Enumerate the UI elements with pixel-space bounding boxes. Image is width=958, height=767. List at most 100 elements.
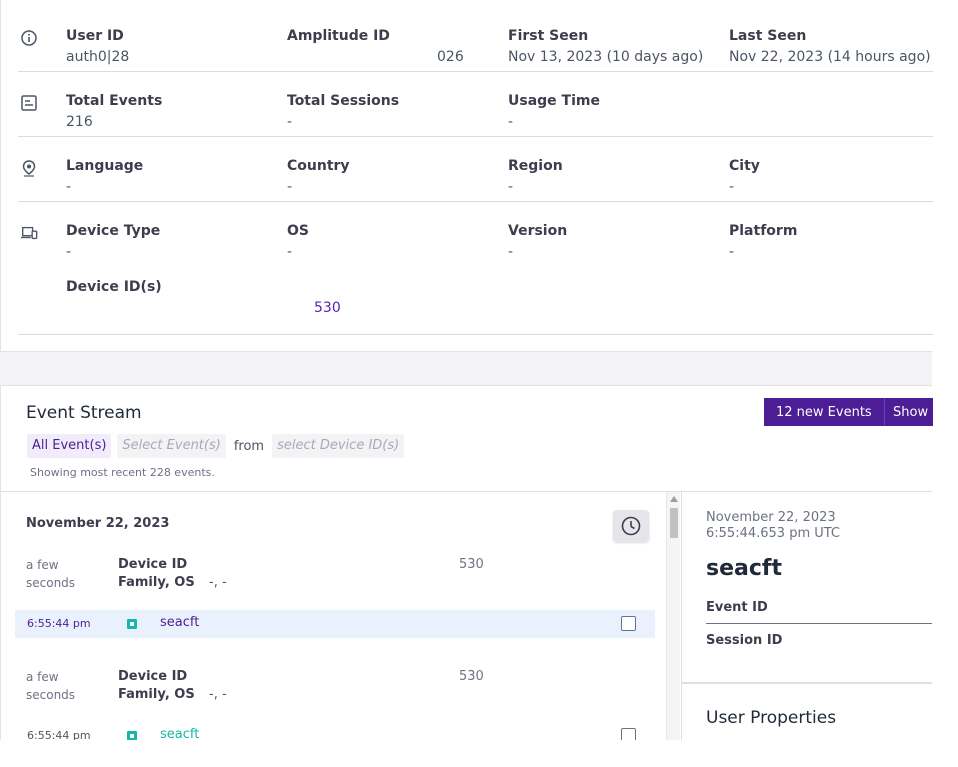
os-field: OS - [287, 222, 502, 262]
location-row: Language - Country - Region - City - [18, 137, 933, 202]
device-type-field: Device Type - [66, 222, 281, 262]
user-id-label: User ID [66, 28, 124, 44]
device-type-label: Device Type [66, 223, 161, 239]
event-name[interactable]: seacft [160, 615, 199, 630]
from-text: from [233, 438, 265, 454]
first-seen-value: Nov 13, 2023 (10 days ago) [508, 49, 704, 65]
platform-field: Platform - [729, 222, 944, 262]
platform-value: - [729, 244, 735, 260]
os-label: OS [287, 223, 309, 239]
time-toggle-button[interactable] [613, 510, 649, 542]
scroll-up-arrow-icon[interactable] [670, 496, 678, 502]
language-value: - [66, 179, 72, 195]
device-ids-row: Device ID(s) 530 [18, 265, 933, 335]
event-row[interactable]: 6:55:44 pm seacft [15, 722, 655, 740]
total-events-field: Total Events 216 [66, 92, 281, 132]
user-id-field: User ID auth0|28 [66, 27, 281, 67]
detail-section-separator [682, 682, 932, 684]
section-gap [0, 352, 932, 385]
device-row: Device Type - OS - Version - Platform - [18, 202, 933, 267]
platform-label: Platform [729, 223, 798, 239]
detail-date: November 22, 2023 [706, 510, 836, 525]
family-os-value: -, - [209, 687, 227, 702]
event-time: 6:55:44 pm [27, 729, 91, 740]
country-field: Country - [287, 157, 502, 197]
select-events-filter[interactable]: Select Event(s) [117, 434, 226, 458]
family-os-label: Family, OS [118, 575, 195, 590]
identity-row: User ID auth0|28 Amplitude ID 026 First … [18, 7, 933, 72]
usage-time-value: - [508, 114, 514, 130]
session-block: a few seconds Device ID Family, OS -, - … [1, 556, 661, 600]
city-field: City - [729, 157, 944, 197]
region-field: Region - [508, 157, 723, 197]
show-new-events-button[interactable]: Show [885, 405, 928, 420]
region-value: - [508, 179, 514, 195]
total-sessions-label: Total Sessions [287, 93, 400, 109]
session-labels: Device ID Family, OS [118, 668, 195, 704]
device-id-link-text: 530 [314, 300, 341, 316]
last-seen-value: Nov 22, 2023 (14 hours ago) [729, 49, 931, 65]
user-info-card: User ID auth0|28 Amplitude ID 026 First … [0, 0, 933, 352]
info-icon [20, 29, 38, 47]
date-heading: November 22, 2023 [26, 516, 170, 531]
city-label: City [729, 158, 760, 174]
device-id-value: 530 [459, 557, 484, 572]
event-row[interactable]: 6:55:44 pm seacft [15, 610, 655, 638]
session-time-ago: a few seconds [26, 558, 76, 590]
version-value: - [508, 244, 514, 260]
calendar-icon [20, 94, 38, 112]
detail-session-id-label: Session ID [706, 633, 783, 648]
detail-timestamp: November 22, 2023 6:55:44.653 pm UTC [706, 510, 840, 542]
select-device-filter[interactable]: select Device ID(s) [272, 434, 405, 458]
device-type-value: - [66, 244, 72, 260]
first-seen-label: First Seen [508, 28, 589, 44]
detail-time: 6:55:44.653 pm UTC [706, 526, 841, 541]
device-ids-field: Device ID(s) 530 [66, 278, 466, 318]
detail-event-name: seacft [706, 556, 782, 581]
amplitude-id-value[interactable]: 026 [287, 47, 502, 67]
event-list-scrollbar[interactable] [666, 492, 680, 740]
detail-divider [706, 623, 932, 624]
device-ids-label: Device ID(s) [66, 279, 162, 295]
event-name[interactable]: seacft [160, 727, 199, 740]
event-checkbox[interactable] [621, 728, 636, 740]
clock-icon [621, 516, 641, 536]
all-events-filter[interactable]: All Event(s) [27, 434, 112, 458]
amplitude-id-field: Amplitude ID 026 [287, 27, 502, 67]
version-field: Version - [508, 222, 723, 262]
detail-event-id-label: Event ID [706, 600, 768, 615]
region-label: Region [508, 158, 563, 174]
devices-icon [20, 224, 38, 242]
device-id-link[interactable]: 530 [66, 298, 466, 318]
session-block: a few seconds Device ID Family, OS -, - … [1, 668, 661, 712]
event-stream-title: Event Stream [26, 403, 142, 423]
event-checkbox[interactable] [621, 616, 636, 631]
user-id-value[interactable]: auth0|28 [66, 47, 281, 67]
last-seen-field: Last Seen Nov 22, 2023 (14 hours ago) [729, 27, 944, 67]
new-events-count: 12 new Events [776, 404, 872, 420]
event-detail-panel: November 22, 2023 6:55:44.653 pm UTC sea… [681, 492, 932, 740]
country-value: - [287, 179, 293, 195]
event-stream-header: Event Stream 12 new Events Show All Even… [0, 385, 933, 492]
language-label: Language [66, 158, 144, 174]
new-events-banner[interactable]: 12 new Events Show [764, 398, 933, 426]
event-filters: All Event(s) Select Event(s) from select… [27, 434, 405, 458]
total-sessions-field: Total Sessions - [287, 92, 502, 132]
event-time: 6:55:44 pm [27, 617, 91, 630]
session-time-ago: a few seconds [26, 670, 76, 702]
event-list: November 22, 2023 a few seconds Device I… [0, 492, 666, 740]
language-field: Language - [66, 157, 281, 197]
total-events-value: 216 [66, 114, 93, 130]
location-pin-icon [20, 159, 38, 177]
amplitude-id-text: 026 [437, 49, 464, 65]
usage-time-field: Usage Time - [508, 92, 723, 132]
device-id-value: 530 [459, 669, 484, 684]
country-label: Country [287, 158, 350, 174]
session-labels: Device ID Family, OS [118, 556, 195, 592]
scroll-thumb[interactable] [670, 508, 678, 538]
showing-count-text: Showing most recent 228 events. [30, 466, 215, 479]
family-os-value: -, - [209, 575, 227, 590]
total-events-label: Total Events [66, 93, 163, 109]
device-id-label: Device ID [118, 669, 188, 684]
version-label: Version [508, 223, 568, 239]
